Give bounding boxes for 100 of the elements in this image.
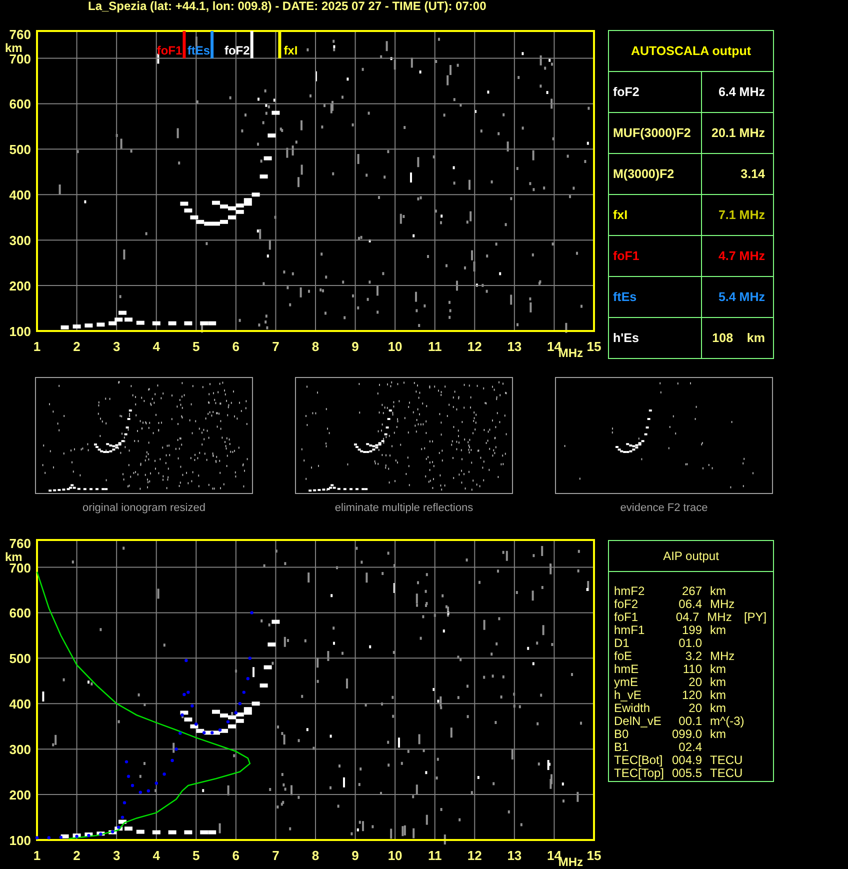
- echo-trace: [272, 620, 280, 624]
- axis-tick-label: 1: [33, 848, 41, 863]
- parameter-label: ftEs: [608, 276, 702, 318]
- parameter-value: 3.14: [702, 154, 774, 194]
- marker-line: [210, 31, 214, 58]
- model-point: [126, 774, 130, 778]
- parameter-label: B0: [614, 728, 629, 741]
- axis-tick-label: 400: [9, 696, 31, 712]
- model-point: [35, 836, 39, 840]
- axis-tick-label: 5: [192, 339, 200, 354]
- parameter-value: 005.5: [670, 767, 703, 780]
- axis-tick-label: 400: [9, 188, 31, 203]
- thumbnail-caption: evidence F2 trace: [620, 501, 708, 516]
- plot-title: La_Spezia (lat: +44.1, lon: 009.8) - DATE: 2025 07 27 - TIME (UT): 07:00: [88, 0, 486, 13]
- echo-trace: [268, 642, 276, 646]
- axis-tick-label: 4: [152, 339, 160, 354]
- parameter-label: DelN_vE: [614, 715, 662, 728]
- marker-label: foF2: [224, 43, 250, 58]
- axis-tick-label: 500: [9, 142, 31, 158]
- axis-tick-label: 200: [9, 788, 31, 803]
- axis-tick-label: 760: [9, 536, 31, 551]
- axis-tick-label: 6: [232, 848, 240, 863]
- parameter-unit: TECU: [710, 767, 744, 780]
- parameter-unit: km: [710, 728, 726, 741]
- echo-trace: [260, 684, 268, 688]
- parameter-label: B1: [614, 741, 630, 754]
- axis-tick-label: 13: [507, 339, 522, 354]
- parameter-value: 267: [680, 585, 703, 598]
- axis-tick-label: 8: [312, 848, 320, 863]
- thumbnail-caption: eliminate multiple reflections: [334, 501, 474, 516]
- parameter-unit: MHz: [710, 598, 736, 611]
- parameter-label: Ewidth: [614, 702, 652, 715]
- model-point: [162, 772, 166, 776]
- parameter-label: ymE: [614, 676, 639, 689]
- axis-tick-label: 13: [507, 848, 522, 863]
- axis-tick-label: 2: [73, 848, 80, 863]
- model-point: [246, 677, 250, 680]
- model-point: [202, 731, 206, 734]
- model-point: [87, 834, 90, 838]
- axis-tick-label: 300: [9, 233, 31, 248]
- model-point: [174, 748, 178, 751]
- parameter-label: foF1: [614, 611, 640, 624]
- model-point: [122, 801, 126, 804]
- model-point: [154, 782, 158, 785]
- model-point: [75, 834, 78, 838]
- parameter-value: 4.7 MHz: [702, 236, 774, 276]
- model-point: [218, 728, 222, 732]
- parameter-label: TEC[Bot]: [614, 754, 664, 767]
- parameter-label: TEC[Top]: [614, 767, 664, 780]
- parameter-unit: MHz: [707, 611, 733, 624]
- parameter-value: 20: [688, 702, 703, 715]
- parameter-label: foE: [614, 650, 634, 663]
- parameter-value: 02.4: [678, 741, 703, 754]
- model-point: [180, 713, 184, 717]
- axis-tick-label: 600: [9, 96, 31, 112]
- parameter-value: 04.7: [674, 611, 700, 624]
- model-point: [170, 758, 174, 762]
- parameter-value: 3.2: [684, 650, 703, 663]
- table-heading: AIP output: [609, 541, 773, 572]
- parameter-label: hmF1: [614, 624, 646, 637]
- parameter-label: D1: [614, 637, 630, 650]
- thumbnail-caption: original ionogram resized: [82, 501, 206, 516]
- model-point: [99, 832, 102, 836]
- parameter-unit: MHz: [710, 650, 736, 663]
- axis-tick-label: 9: [352, 339, 359, 354]
- parameter-label: hmF2: [614, 585, 646, 598]
- parameter-label: h'Es: [608, 318, 702, 358]
- echo-trace: [272, 110, 280, 115]
- model-point: [184, 658, 188, 662]
- axis-tick-label: 100: [9, 324, 31, 339]
- model-point: [47, 836, 50, 840]
- model-point: [124, 760, 128, 764]
- axis-tick-label: 5: [192, 848, 200, 863]
- parameter-value: 120: [680, 689, 703, 702]
- parameter-unit: km: [710, 702, 727, 715]
- model-point: [242, 690, 246, 694]
- parameter-value: 5.4 MHz: [702, 276, 774, 318]
- parameter-label: h_vE: [614, 689, 642, 702]
- parameter-value: 20: [688, 676, 703, 689]
- parameter-value: 6.4 MHz: [702, 72, 774, 112]
- axis-tick-label: 12: [467, 848, 482, 863]
- parameter-label: M(3000)F2: [608, 154, 702, 194]
- parameter-label: foF1: [608, 236, 702, 276]
- model-point: [234, 711, 238, 714]
- parameter-unit: km: [710, 676, 727, 689]
- model-point: [146, 789, 150, 792]
- axis-tick-label: 6: [232, 339, 240, 354]
- axis-tick-label: 7: [272, 339, 280, 354]
- parameter-value: 110: [682, 663, 703, 676]
- parameter-label: hmE: [614, 663, 640, 676]
- marker-line: [182, 31, 186, 58]
- axis-tick-label: 11: [428, 339, 442, 354]
- parameter-value: 06.4: [678, 598, 703, 611]
- parameter-value: 20.1 MHz: [702, 112, 774, 154]
- axis-tick-label: 10: [388, 339, 402, 354]
- parameter-label: MUF(3000)F2: [608, 112, 702, 154]
- axis-tick-label: 760: [9, 27, 31, 42]
- axis-tick-label: 4: [152, 848, 160, 863]
- model-point: [250, 611, 254, 614]
- model-point: [238, 702, 242, 706]
